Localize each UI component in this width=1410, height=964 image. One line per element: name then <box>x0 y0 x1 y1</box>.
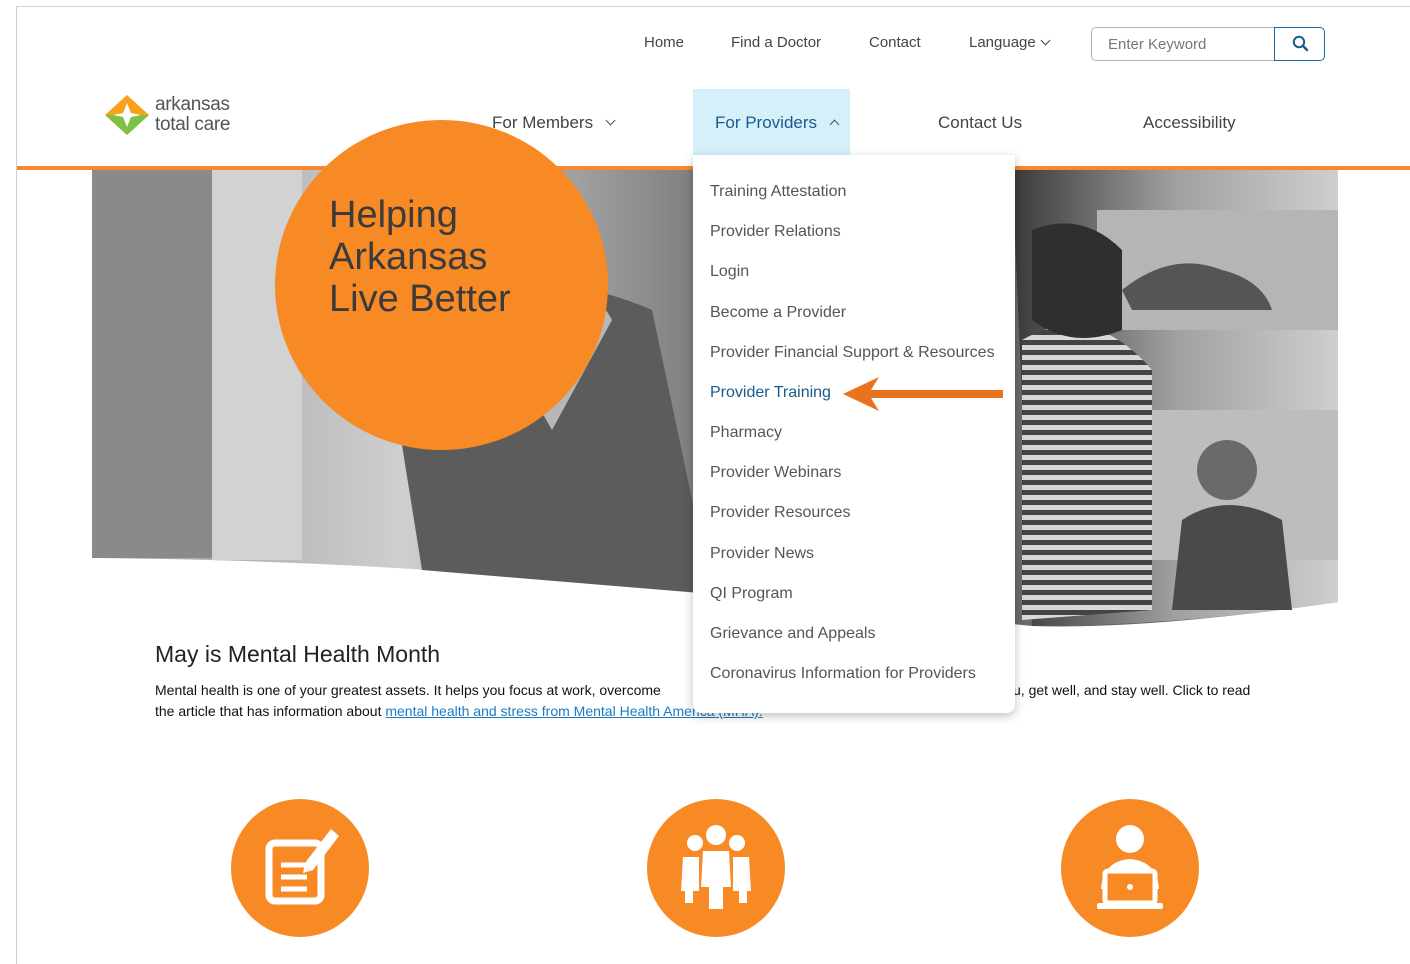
dropdown-item-provider-news[interactable]: Provider News <box>710 545 814 563</box>
article-text-line-2: the article that has information about <box>155 703 386 719</box>
utility-nav: Home Find a Doctor Contact Language <box>17 27 1410 63</box>
chevron-up-icon <box>829 119 840 130</box>
browser-page: Home Find a Doctor Contact Language arka… <box>16 6 1410 964</box>
language-label: Language <box>969 34 1036 51</box>
dropdown-item-qi-program[interactable]: QI Program <box>710 585 793 603</box>
dropdown-item-pharmacy[interactable]: Pharmacy <box>710 424 782 442</box>
nav-for-providers[interactable]: For Providers <box>715 113 840 133</box>
article-text-start: Mental health is one of your greatest as… <box>155 682 661 698</box>
logo-line-1: arkansas <box>155 94 230 115</box>
contact-link[interactable]: Contact <box>869 34 921 51</box>
language-selector[interactable]: Language <box>969 34 1051 51</box>
dropdown-item-training-attestation[interactable]: Training Attestation <box>710 183 846 201</box>
logo-wordmark: arkansas total care <box>155 95 230 135</box>
chevron-down-icon <box>605 115 616 126</box>
person-laptop-icon <box>1097 825 1163 909</box>
search-button[interactable] <box>1274 27 1325 61</box>
find-a-doctor-link[interactable]: Find a Doctor <box>731 34 821 51</box>
document-edit-icon <box>265 829 339 905</box>
dropdown-item-grievance-and-appeals[interactable]: Grievance and Appeals <box>710 625 875 643</box>
group-people-icon <box>681 825 751 909</box>
logo-line-2: total care <box>155 114 231 135</box>
nav-for-members-label: For Members <box>492 113 594 132</box>
feature-circle-online[interactable] <box>1061 799 1199 937</box>
dropdown-item-provider-training[interactable]: Provider Training <box>710 384 831 402</box>
article-text-end: u, get well, and stay well. Click to rea… <box>1013 682 1251 698</box>
dropdown-item-provider-relations[interactable]: Provider Relations <box>710 223 841 241</box>
nav-for-members[interactable]: For Members <box>492 113 616 133</box>
home-link[interactable]: Home <box>644 34 684 51</box>
site-logo[interactable]: arkansas total care <box>103 93 263 141</box>
feature-circle-forms[interactable] <box>231 799 369 937</box>
chevron-down-icon <box>1040 35 1051 46</box>
dropdown-item-provider-webinars[interactable]: Provider Webinars <box>710 464 841 482</box>
nav-accessibility[interactable]: Accessibility <box>1143 113 1236 133</box>
search-icon <box>1292 35 1308 52</box>
hero-headline: Helping Arkansas Live Better <box>329 194 511 320</box>
article-title: May is Mental Health Month <box>155 641 441 667</box>
dropdown-item-coronavirus-information[interactable]: Coronavirus Information for Providers <box>710 665 976 683</box>
logo-diamond-icon <box>105 95 149 135</box>
for-providers-dropdown: Training Attestation Provider Relations … <box>693 155 1015 713</box>
nav-for-providers-label: For Providers <box>715 113 818 132</box>
dropdown-item-become-a-provider[interactable]: Become a Provider <box>710 304 846 322</box>
search-input[interactable] <box>1091 27 1275 61</box>
dropdown-item-login[interactable]: Login <box>710 263 749 281</box>
annotation-arrow-icon <box>843 377 1003 411</box>
feature-circle-community[interactable] <box>647 799 785 937</box>
dropdown-item-provider-resources[interactable]: Provider Resources <box>710 504 851 522</box>
nav-contact-us[interactable]: Contact Us <box>938 113 1022 133</box>
search-form <box>1091 27 1325 61</box>
dropdown-item-provider-financial-support[interactable]: Provider Financial Support & Resources <box>710 344 995 362</box>
